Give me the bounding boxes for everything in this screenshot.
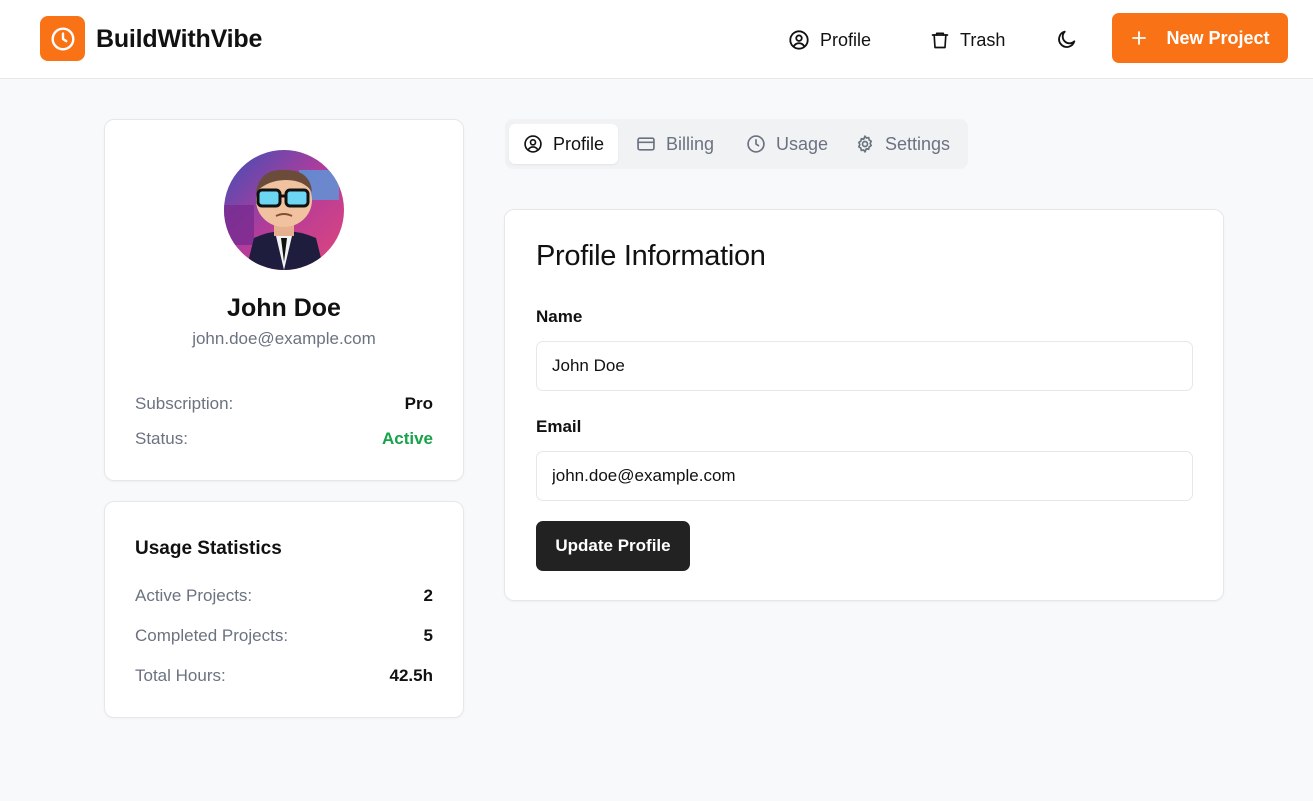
- trash-icon: [931, 32, 949, 49]
- completed-projects-row: Completed Projects: 5: [135, 626, 433, 646]
- profile-information-card: Profile Information Name Email Update Pr…: [504, 209, 1224, 601]
- new-project-label: New Project: [1166, 27, 1270, 48]
- app-header: BuildWithVibe Profile Trash New Project: [0, 0, 1313, 79]
- update-profile-button[interactable]: Update Profile: [536, 521, 690, 571]
- user-circle-icon: [524, 135, 542, 153]
- name-input[interactable]: [536, 341, 1193, 391]
- clock-icon: [747, 135, 765, 153]
- email-label: Email: [536, 417, 582, 436]
- user-email: john.doe@example.com: [192, 329, 376, 348]
- status-badge: Active: [381, 429, 433, 448]
- tab-settings[interactable]: Settings: [841, 124, 964, 164]
- gear-icon: [858, 135, 872, 153]
- tab-profile[interactable]: Profile: [509, 124, 619, 164]
- subscription-value: Pro: [404, 394, 433, 413]
- tab-usage-label: Usage: [776, 133, 829, 154]
- nav-trash-label: Trash: [960, 29, 1006, 50]
- brand-name[interactable]: BuildWithVibe: [96, 25, 262, 54]
- status-label: Status:: [135, 429, 188, 448]
- tab-profile-label: Profile: [553, 133, 605, 154]
- new-project-button[interactable]: New Project: [1112, 13, 1288, 63]
- nav-profile-label: Profile: [820, 29, 872, 50]
- section-title: Profile Information: [536, 240, 766, 272]
- total-hours-value: 42.5h: [389, 666, 433, 685]
- tab-billing-label: Billing: [666, 133, 715, 154]
- avatar-image: [224, 150, 344, 270]
- active-projects-value: 2: [423, 586, 433, 605]
- completed-projects-value: 5: [423, 626, 433, 645]
- user-name: John Doe: [227, 294, 341, 322]
- credit-card-icon: [637, 137, 655, 151]
- tab-usage[interactable]: Usage: [732, 124, 842, 164]
- clock-icon: [51, 27, 74, 50]
- moon-icon: [1058, 30, 1076, 48]
- subscription-label: Subscription:: [135, 394, 234, 413]
- theme-toggle-button[interactable]: [1056, 28, 1078, 50]
- total-hours-label: Total Hours:: [135, 666, 226, 685]
- subscription-row: Subscription: Pro: [135, 394, 433, 414]
- usage-title: Usage Statistics: [135, 538, 282, 559]
- avatar: [224, 150, 344, 270]
- status-row: Status: Active: [135, 429, 433, 449]
- plus-icon: [1132, 31, 1147, 45]
- nav-trash-link[interactable]: Trash: [930, 26, 1005, 54]
- active-projects-row: Active Projects: 2: [135, 586, 433, 606]
- completed-projects-label: Completed Projects:: [135, 626, 289, 645]
- settings-tabs: Profile Billing Usage Settings: [505, 119, 968, 169]
- tab-billing[interactable]: Billing: [622, 124, 728, 164]
- name-label: Name: [536, 307, 583, 326]
- tab-settings-label: Settings: [885, 133, 951, 154]
- profile-summary-card: John Doe john.doe@example.com Subscripti…: [104, 119, 464, 481]
- logo[interactable]: [40, 16, 85, 61]
- usage-statistics-card: Usage Statistics Active Projects: 2 Comp…: [104, 501, 464, 718]
- nav-profile-link[interactable]: Profile: [788, 26, 871, 54]
- email-input[interactable]: [536, 451, 1193, 501]
- total-hours-row: Total Hours: 42.5h: [135, 666, 433, 686]
- user-circle-icon: [789, 30, 809, 50]
- active-projects-label: Active Projects:: [135, 586, 253, 605]
